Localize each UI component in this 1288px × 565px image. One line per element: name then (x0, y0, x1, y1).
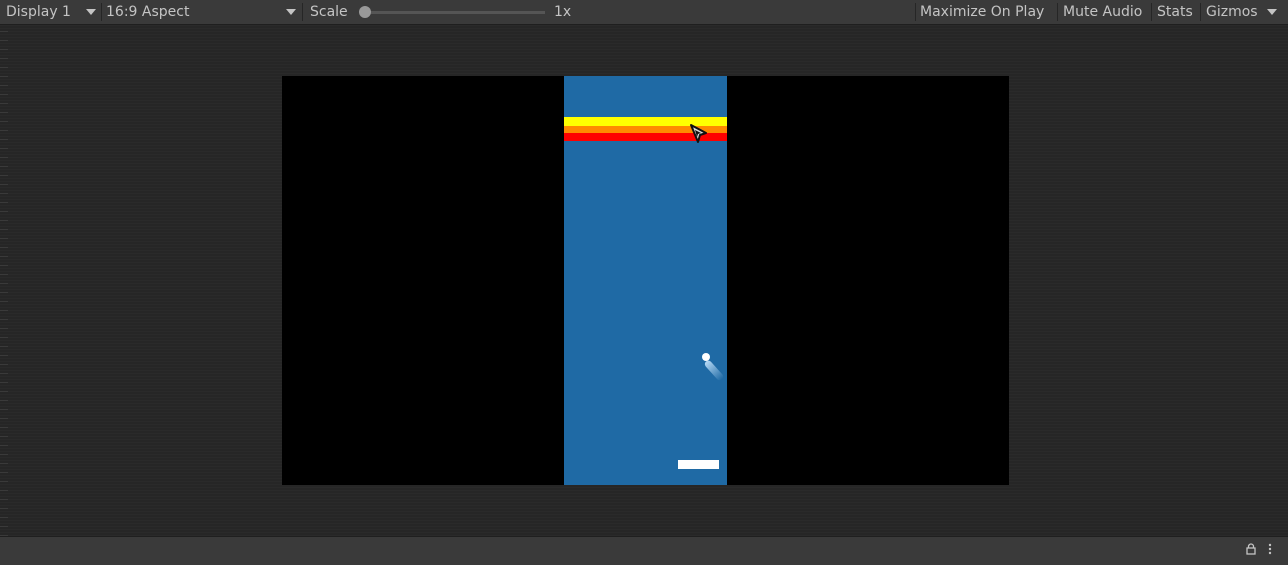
toolbar-divider (1200, 3, 1201, 21)
toolbar-divider (1151, 3, 1152, 21)
scale-value: 1x (554, 4, 572, 20)
gizmos-chevron-down-icon[interactable] (1267, 9, 1277, 15)
toolbar-divider (1057, 3, 1058, 21)
game-view-toolbar: Display 1 16:9 Aspect Scale 1x Maximize … (0, 0, 1288, 25)
maximize-on-play-toggle[interactable]: Maximize On Play (920, 0, 1044, 24)
toolbar-divider (302, 3, 303, 21)
mouse-cursor-icon (689, 123, 709, 149)
display-label: Display 1 (6, 4, 71, 20)
status-bar (0, 536, 1288, 565)
aspect-dropdown[interactable]: 16:9 Aspect (106, 0, 189, 24)
lock-icon[interactable] (1246, 543, 1256, 558)
kebab-menu-icon[interactable] (1268, 543, 1272, 558)
aspect-label: 16:9 Aspect (106, 4, 190, 20)
toolbar-divider (101, 3, 102, 21)
display-dropdown[interactable]: Display 1 (6, 0, 71, 24)
gizmos-toggle[interactable]: Gizmos (1206, 0, 1258, 24)
ball-motion-trail (703, 359, 725, 382)
display-chevron-down-icon[interactable] (86, 9, 96, 15)
scale-label: Scale (310, 4, 348, 20)
game-render-frame[interactable] (282, 76, 1009, 485)
scale-slider-track[interactable] (365, 11, 545, 14)
stats-toggle[interactable]: Stats (1157, 0, 1193, 24)
scale-slider-thumb[interactable] (359, 6, 371, 18)
paddle (678, 460, 719, 469)
toolbar-divider (915, 3, 916, 21)
playfield (564, 76, 727, 485)
viewport-edge-ticks (0, 25, 8, 536)
ball (702, 353, 710, 361)
mute-audio-toggle[interactable]: Mute Audio (1063, 0, 1142, 24)
aspect-chevron-down-icon[interactable] (286, 9, 296, 15)
